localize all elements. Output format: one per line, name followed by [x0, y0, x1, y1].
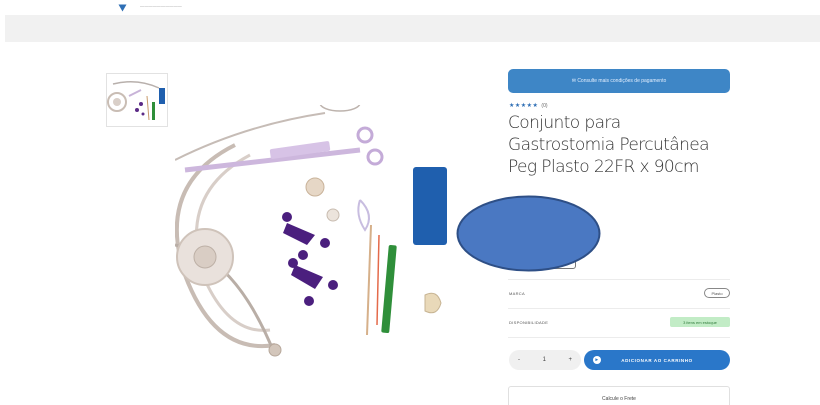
product-main-image[interactable] [175, 105, 475, 375]
product-thumbnail[interactable] [106, 73, 168, 127]
divider [508, 308, 730, 309]
freight-label: Calcule o Frete [602, 395, 636, 402]
logo-icon[interactable] [118, 4, 127, 12]
calculate-freight-button[interactable]: Calcule o Frete [508, 386, 730, 405]
add-to-cart-label: ADICIONAR AO CARRINHO [621, 357, 693, 363]
availability-label: DISPONIBILIDADE [509, 320, 549, 325]
divider [508, 279, 730, 280]
logo-text[interactable]: —————————— [140, 3, 182, 8]
top-header: —————————— [0, 0, 820, 14]
quantity-value[interactable]: 1 [543, 357, 546, 363]
quantity-decrease-button[interactable]: - [518, 357, 520, 363]
promo-label: ✉ Consulte mais condições de pagamento [571, 78, 667, 84]
quantity-stepper[interactable]: - 1 + [509, 350, 581, 370]
divider [508, 337, 730, 338]
add-to-cart-button[interactable]: ▸ ADICIONAR AO CARRINHO [584, 350, 730, 370]
brand-link[interactable]: Plasto [704, 288, 730, 298]
payment-conditions-button[interactable]: ✉ Consulte mais condições de pagamento [508, 69, 730, 93]
product-rating[interactable]: ★★★★★ (0) [509, 102, 548, 110]
product-title: Conjunto para Gastrostomia Percutânea Pe… [508, 113, 710, 177]
navigation-bar [5, 15, 820, 42]
brand-label: MARCA [509, 291, 525, 296]
quantity-increase-button[interactable]: + [568, 357, 572, 363]
thumbnail-image [107, 81, 165, 121]
sku-box: SKU: 000000000 [508, 257, 576, 269]
rating-stars: ★★★★★ [509, 103, 539, 109]
stock-badge: 3 itens em estoque [670, 317, 730, 327]
review-count: (0) [541, 102, 548, 109]
cart-icon: ▸ [593, 356, 601, 364]
